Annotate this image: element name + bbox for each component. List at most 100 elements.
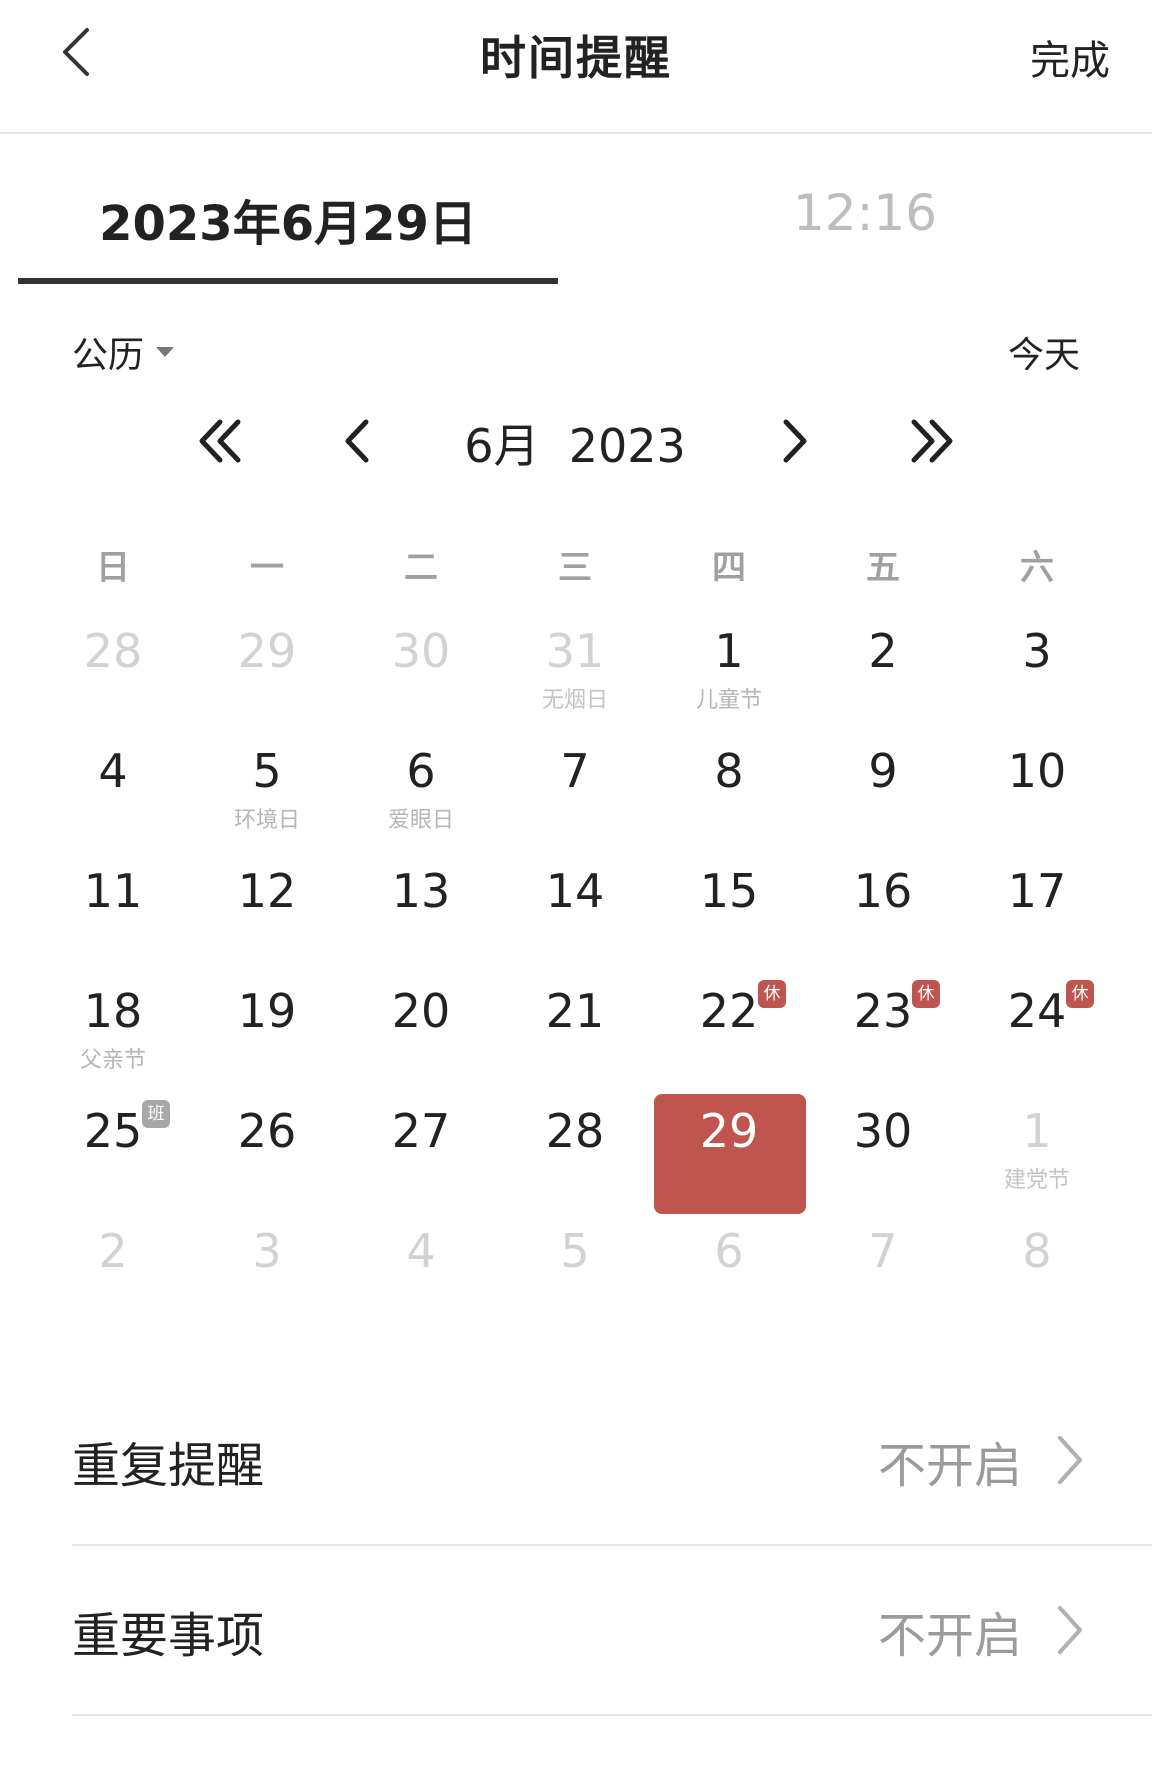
day-number: 15 — [699, 864, 759, 918]
day-number: 18 — [83, 984, 143, 1038]
calendar-day[interactable]: 1 建党节 — [960, 1094, 1114, 1214]
calendar-day[interactable]: 19 — [190, 974, 344, 1094]
day-number: 29 — [699, 1104, 759, 1158]
calendar-day[interactable]: 2 — [36, 1214, 190, 1334]
day-holiday-label: 儿童节 — [695, 688, 762, 713]
weekday-mon: 一 — [250, 548, 284, 588]
calendar-day[interactable]: 14 — [498, 854, 652, 974]
calendar-day[interactable]: 27 — [344, 1094, 498, 1214]
calendar-day[interactable]: 15 — [652, 854, 806, 974]
calendar-day[interactable]: 7 — [806, 1214, 960, 1334]
day-number: 6 — [714, 1224, 744, 1278]
chevron-right-icon — [1058, 1436, 1082, 1484]
day-number: 19 — [237, 984, 297, 1038]
rest-day-badge: 休 — [912, 980, 940, 1008]
calendar-day[interactable]: 17 — [960, 854, 1114, 974]
workday-badge: 班 — [142, 1100, 170, 1128]
day-number: 29 — [237, 624, 297, 678]
calendar-day[interactable]: 30 — [806, 1094, 960, 1214]
calendar-day[interactable]: 16 — [806, 854, 960, 974]
calendar-day[interactable]: 24 休 — [960, 974, 1114, 1094]
day-number: 8 — [1022, 1224, 1052, 1278]
calendar-day[interactable]: 20 — [344, 974, 498, 1094]
calendar-day[interactable]: 8 — [960, 1214, 1114, 1334]
weekday-thu: 四 — [712, 548, 746, 588]
calendar-day[interactable]: 12 — [190, 854, 344, 974]
important-item-row[interactable]: 重要事项 不开启 — [72, 1546, 1152, 1716]
today-button[interactable]: 今天 — [1008, 326, 1080, 378]
chevron-right-icon — [783, 419, 807, 463]
done-button[interactable]: 完成 — [1030, 28, 1110, 86]
calendar-day[interactable]: 3 — [190, 1214, 344, 1334]
header-bar: 时间提醒 完成 — [0, 0, 1152, 134]
day-number: 31 — [545, 624, 605, 678]
important-item-value: 不开启 — [877, 1608, 1022, 1664]
next-month-button[interactable] — [760, 406, 830, 476]
day-number: 7 — [868, 1224, 898, 1278]
calendar-day[interactable]: 25 班 — [36, 1094, 190, 1214]
calendar-day[interactable]: 18 父亲节 — [36, 974, 190, 1094]
calendar-day[interactable]: 21 — [498, 974, 652, 1094]
weekday-tue: 二 — [404, 548, 438, 588]
calendar-day[interactable]: 9 — [806, 734, 960, 854]
calendar-day[interactable]: 1 儿童节 — [652, 614, 806, 734]
day-number: 10 — [1007, 744, 1067, 798]
calendar-day[interactable]: 31 无烟日 — [498, 614, 652, 734]
prev-year-button[interactable] — [186, 406, 256, 476]
day-number: 9 — [868, 744, 898, 798]
calendar-day[interactable]: 22 休 — [652, 974, 806, 1094]
calendar-day[interactable]: 5 — [498, 1214, 652, 1334]
prev-month-button[interactable] — [322, 406, 392, 476]
calendar-day[interactable]: 23 休 — [806, 974, 960, 1094]
day-holiday-label: 爱眼日 — [387, 808, 454, 833]
calendar-day[interactable]: 11 — [36, 854, 190, 974]
repeat-reminder-value: 不开启 — [877, 1438, 1022, 1494]
weekday-sat: 六 — [1020, 548, 1054, 588]
calendar-day[interactable]: 28 — [498, 1094, 652, 1214]
tab-date[interactable]: 2023年6月29日 — [18, 170, 558, 286]
caret-down-icon — [156, 347, 175, 357]
calendar-day[interactable]: 6 爱眼日 — [344, 734, 498, 854]
day-number: 4 — [98, 744, 128, 798]
calendar-day[interactable]: 5 环境日 — [190, 734, 344, 854]
calendar-day[interactable]: 3 — [960, 614, 1114, 734]
day-number: 28 — [545, 1104, 605, 1158]
calendar-day[interactable]: 6 — [652, 1214, 806, 1334]
rest-day-badge: 休 — [1066, 980, 1094, 1008]
day-number: 2 — [868, 624, 898, 678]
calendar-day[interactable]: 4 — [36, 734, 190, 854]
calendar-day[interactable]: 2 — [806, 614, 960, 734]
day-number: 16 — [853, 864, 913, 918]
day-number: 21 — [545, 984, 605, 1038]
calendar-day-selected[interactable]: 29 — [652, 1094, 806, 1214]
calendar-day[interactable]: 28 — [36, 614, 190, 734]
calendar-day[interactable]: 26 — [190, 1094, 344, 1214]
chevron-left-icon — [345, 419, 369, 463]
tab-date-label: 2023年6月29日 — [99, 196, 477, 252]
next-year-button[interactable] — [896, 406, 966, 476]
time-reminder-page: 时间提醒 完成 2023年6月29日 12:16 公历 今天 6月 2023 日… — [0, 0, 1152, 1766]
calendar-type-dropdown[interactable]: 公历 — [72, 326, 176, 378]
calendar-day[interactable]: 13 — [344, 854, 498, 974]
day-number: 1 — [1022, 1104, 1052, 1158]
calendar-day[interactable]: 30 — [344, 614, 498, 734]
calendar-day[interactable]: 7 — [498, 734, 652, 854]
day-number: 28 — [83, 624, 143, 678]
important-item-label: 重要事项 — [72, 1608, 265, 1664]
calendar-days-grid: 28 29 30 31 无烟日 1 儿童节 2 3 4 5 环境日 6 爱眼日 7 8 9 10 11 12 13 14 1… — [36, 614, 1116, 1334]
repeat-reminder-row[interactable]: 重复提醒 不开启 — [72, 1376, 1152, 1546]
day-number: 20 — [391, 984, 451, 1038]
calendar-day[interactable]: 10 — [960, 734, 1114, 854]
calendar-day[interactable]: 8 — [652, 734, 806, 854]
day-number: 8 — [714, 744, 744, 798]
calendar-day[interactable]: 4 — [344, 1214, 498, 1334]
tab-time[interactable]: 12:16 — [700, 184, 1030, 242]
day-number: 3 — [1022, 624, 1052, 678]
page-title: 时间提醒 — [480, 31, 672, 85]
day-number: 1 — [714, 624, 744, 678]
day-number: 27 — [391, 1104, 451, 1158]
calendar-day[interactable]: 29 — [190, 614, 344, 734]
day-number: 30 — [391, 624, 451, 678]
day-holiday-label: 建党节 — [1003, 1168, 1070, 1193]
day-number: 5 — [560, 1224, 590, 1278]
